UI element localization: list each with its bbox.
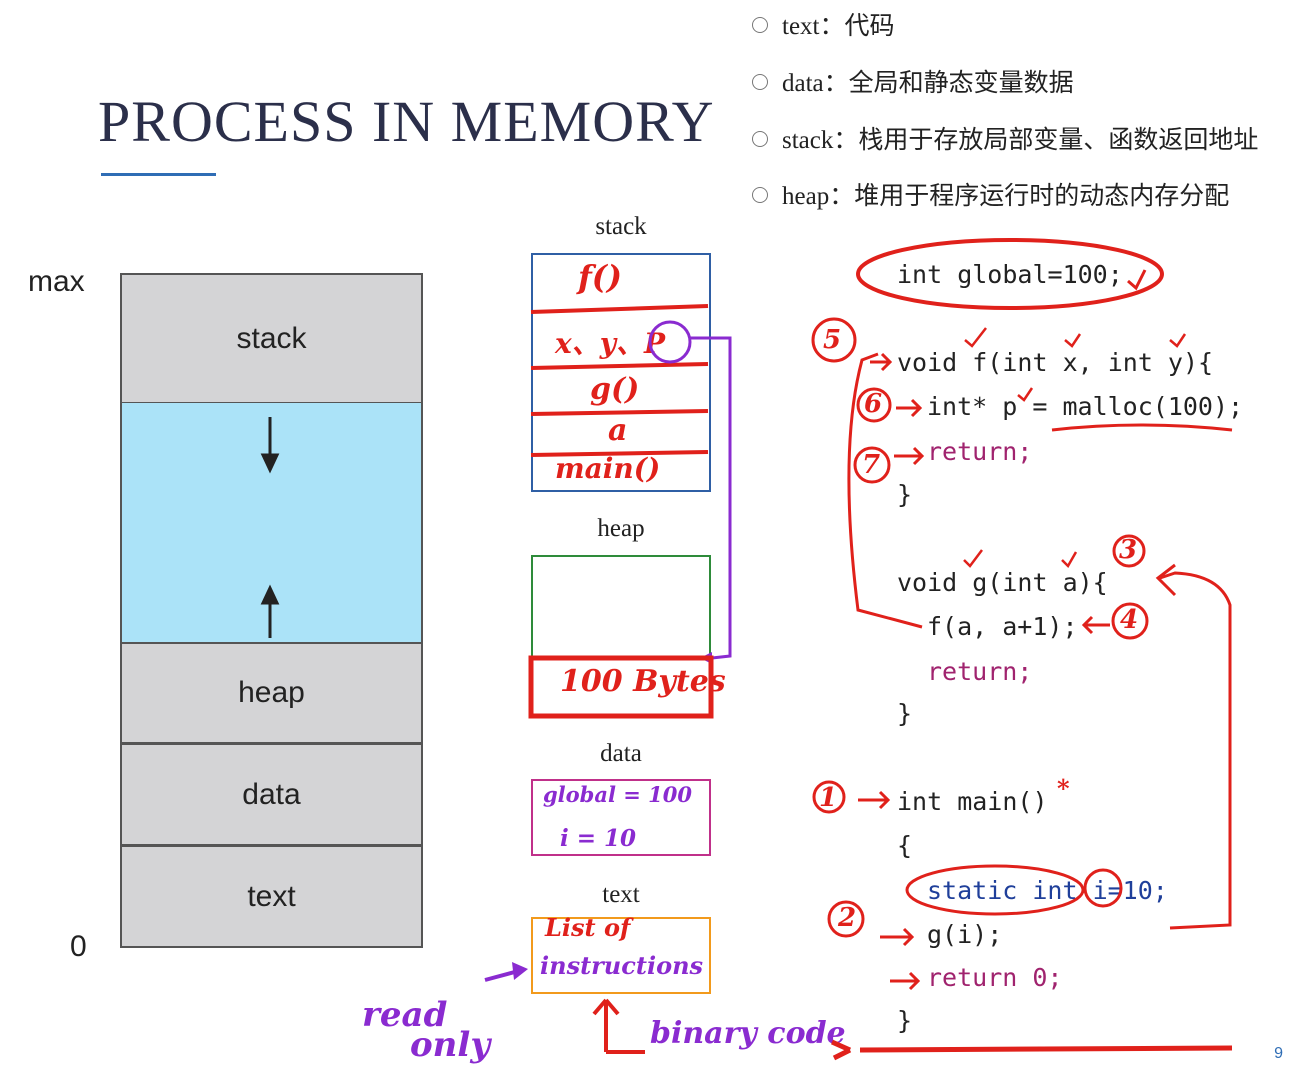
heap-grow-arrow (260, 584, 280, 638)
global-check (1127, 269, 1147, 291)
main-to-g-flow (1155, 563, 1232, 930)
p-circle (648, 320, 692, 364)
binary-code-line (830, 1039, 1233, 1061)
static-int-circle (905, 864, 1085, 916)
malloc-underline (1051, 423, 1233, 432)
heap-100-bytes-box (528, 655, 714, 719)
i-circle (1083, 868, 1123, 908)
annotation-overlay (260, 238, 1233, 1061)
stack-frame-dividers (530, 304, 709, 457)
pointer-p-to-heap (690, 336, 732, 660)
stack-grow-arrow (260, 417, 280, 474)
param-checks (963, 327, 1187, 569)
binary-code-arrow (592, 998, 620, 1052)
step-circles (811, 317, 1149, 938)
step-arrows (858, 352, 1110, 991)
global-circle (856, 238, 1164, 310)
